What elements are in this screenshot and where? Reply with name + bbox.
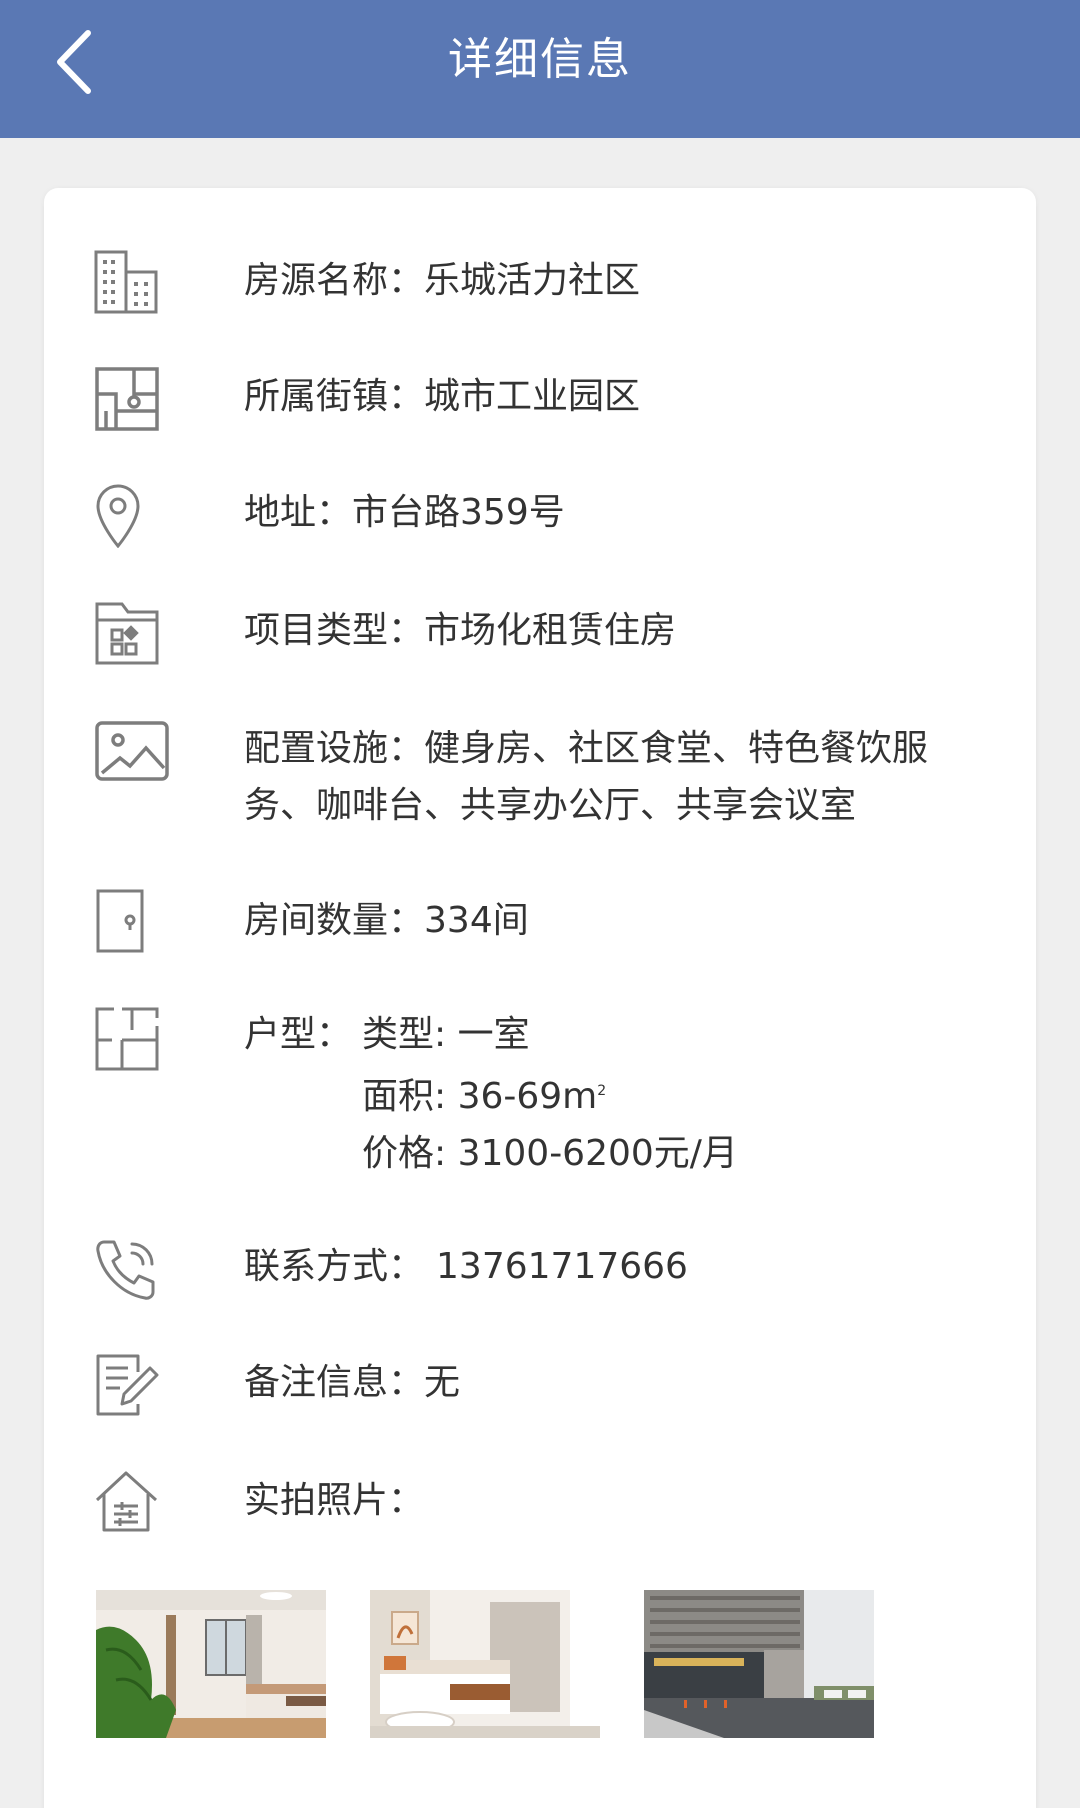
name-value: 乐城活力社区 — [424, 260, 641, 301]
notes-label: 备注信息： — [244, 1362, 425, 1403]
detail-card: 房源名称：乐城活力社区 所属街镇：城市工业园区 地址：市台路359号 项目类型：… — [44, 188, 1036, 1808]
floorplan-icon — [94, 1006, 160, 1072]
detail-row-contact: 联系方式： 13761717666 — [94, 1236, 994, 1302]
detail-row-layout: 户型： 类型: 一室 面积: 36-69m2 价格: 3100-6200元/月 — [94, 1006, 994, 1176]
detail-row-name: 房源名称：乐城活力社区 — [94, 250, 994, 316]
detail-row-street: 所属街镇：城市工业园区 — [94, 366, 994, 432]
detail-row-rooms: 房间数量：334间 — [94, 888, 994, 954]
layout-type: 类型: 一室 — [362, 1014, 530, 1055]
house-settings-icon — [94, 1468, 160, 1534]
address-label: 地址： — [244, 492, 353, 533]
edit-note-icon — [94, 1352, 160, 1418]
project-type-value: 市场化租赁住房 — [424, 610, 677, 651]
notes-value: 无 — [424, 1362, 461, 1403]
layout-label: 户型： — [244, 1014, 353, 1055]
address-value: 市台路359号 — [352, 492, 565, 533]
rooms-label: 房间数量： — [244, 900, 425, 941]
facilities-value-line2: 务、咖啡台、共享办公厅、共享会议室 — [244, 785, 857, 826]
rooms-value: 334间 — [424, 900, 529, 941]
contact-label: 联系方式： — [244, 1246, 425, 1287]
bedroom-photo-2[interactable] — [370, 1590, 600, 1738]
layout-price: 价格: 3100-6200元/月 — [362, 1133, 738, 1174]
building-exterior-photo[interactable] — [644, 1590, 874, 1738]
contact-phone-link[interactable]: 13761717666 — [436, 1246, 688, 1287]
detail-row-address: 地址：市台路359号 — [94, 482, 994, 548]
photos-label: 实拍照片： — [244, 1480, 425, 1521]
layout-area: 面积: 36-69m — [362, 1076, 598, 1117]
layout-area-superscript: 2 — [597, 1083, 607, 1099]
phone-icon — [94, 1236, 160, 1302]
page-title: 详细信息 — [448, 34, 632, 85]
project-type-label: 项目类型： — [244, 610, 425, 651]
district-map-icon — [94, 366, 160, 432]
app-header: 详细信息 — [0, 0, 1080, 138]
building-icon — [94, 250, 160, 316]
detail-row-project-type: 项目类型：市场化租赁住房 — [94, 600, 994, 666]
door-icon — [94, 888, 160, 954]
image-icon — [94, 718, 170, 784]
folder-grid-icon — [94, 600, 160, 666]
detail-row-photos: 实拍照片： — [94, 1468, 994, 1534]
name-label: 房源名称： — [244, 260, 425, 301]
street-label: 所属街镇： — [244, 376, 425, 417]
facilities-label: 配置设施： — [244, 728, 425, 769]
bedroom-photo-1[interactable] — [96, 1590, 326, 1738]
detail-row-facilities: 配置设施：健身房、社区食堂、特色餐饮服 务、咖啡台、共享办公厅、共享会议室 — [94, 718, 994, 838]
detail-row-notes: 备注信息：无 — [94, 1352, 994, 1418]
location-pin-icon — [94, 482, 160, 548]
facilities-value-line1: 健身房、社区食堂、特色餐饮服 — [424, 728, 929, 769]
street-value: 城市工业园区 — [424, 376, 641, 417]
photo-gallery — [96, 1590, 996, 1740]
